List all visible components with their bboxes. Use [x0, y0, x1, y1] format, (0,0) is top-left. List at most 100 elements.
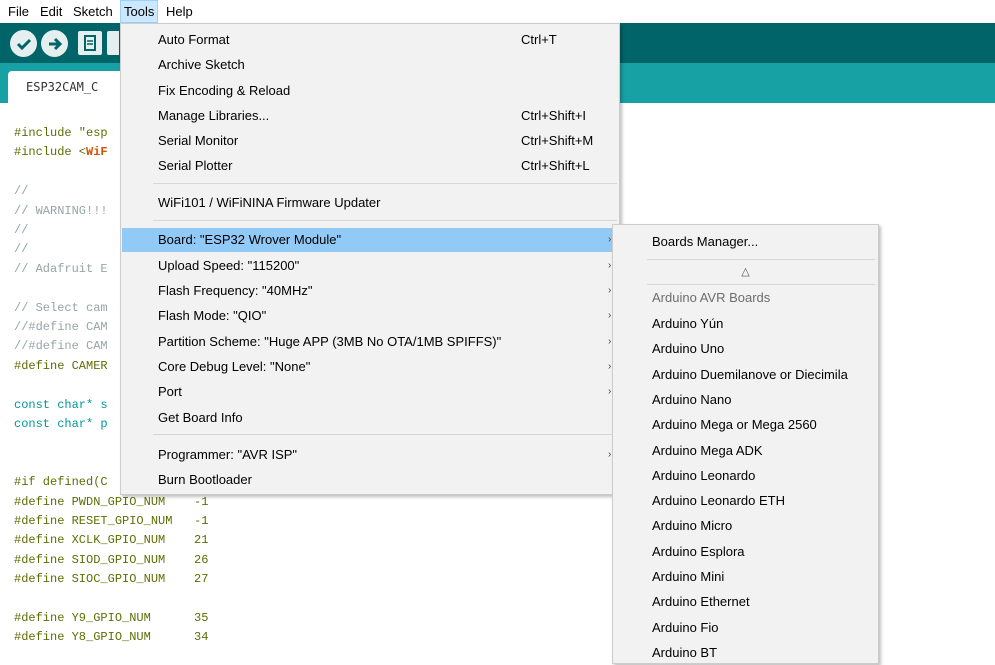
boards-manager-item[interactable]: Boards Manager... — [614, 229, 877, 254]
board-item-label: Arduino Leonardo — [652, 467, 756, 483]
menu-item-label: Manage Libraries... — [158, 108, 270, 123]
new-sketch-button[interactable] — [78, 31, 102, 55]
menu-item-shortcut: Ctrl+Shift+M — [521, 133, 594, 148]
menu-item-serial-monitor[interactable]: Serial Monitor Ctrl+Shift+M — [122, 129, 618, 153]
menu-item-flash-frequency[interactable]: Flash Frequency: "40MHz" › — [122, 279, 618, 303]
code-line: const char* s — [14, 396, 108, 414]
code-text: // — [14, 223, 29, 237]
menu-item-manage-libraries[interactable]: Manage Libraries... Ctrl+Shift+I — [122, 104, 618, 128]
board-item-label: Arduino Duemilanove or Diecimila — [652, 366, 848, 382]
code-text: #define CAMER — [14, 358, 108, 373]
check-icon — [16, 38, 31, 50]
open-sketch-button[interactable] — [107, 31, 119, 55]
upload-button[interactable] — [41, 30, 68, 57]
tab-sketch[interactable]: ESP32CAM_C — [8, 71, 138, 103]
arrow-right-icon — [48, 37, 62, 50]
menu-item-board-info[interactable]: Get Board Info — [122, 406, 618, 430]
board-item[interactable]: Arduino Fio — [614, 615, 877, 640]
menu-item-flash-mode[interactable]: Flash Mode: "QIO" › — [122, 304, 618, 328]
board-item[interactable]: Arduino Leonardo ETH — [614, 488, 877, 513]
document-icon — [84, 35, 96, 51]
board-item-label: Arduino Mini — [652, 569, 725, 584]
menu-item-label: Serial Monitor — [158, 133, 239, 148]
menu-item-label: Get Board Info — [158, 410, 243, 425]
code-line: #define SIOC_GPIO_NUM 27 — [14, 570, 208, 588]
menu-item-upload-speed[interactable]: Upload Speed: "115200" › — [122, 254, 618, 278]
code-text: #define XCLK_GPIO_NUM 21 — [14, 533, 209, 548]
board-item[interactable]: Arduino Leonardo — [614, 463, 877, 488]
menu-item-label: Partition Scheme: "Huge APP (3MB No OTA/… — [158, 334, 502, 349]
board-item-label: Arduino Ethernet — [652, 594, 750, 610]
code-text: // Adafruit E — [14, 261, 108, 276]
board-item-label: Arduino Uno — [652, 341, 725, 357]
code-line: // Adafruit E — [14, 260, 108, 278]
menu-help[interactable]: Help — [163, 0, 196, 23]
menu-item-fix-encoding[interactable]: Fix Encoding & Reload — [122, 79, 618, 103]
tools-menu: Auto Format Ctrl+T Archive Sketch Fix En… — [120, 23, 620, 495]
menu-item-core-debug[interactable]: Core Debug Level: "None" › — [122, 355, 618, 379]
code-line: // — [14, 182, 28, 200]
chevron-right-icon: › — [608, 310, 612, 321]
menu-item-programmer[interactable]: Programmer: "AVR ISP" › — [122, 443, 618, 467]
submenu-group-header: Arduino AVR Boards — [614, 285, 877, 310]
code-line: // — [14, 240, 28, 258]
menu-item-label: Flash Mode: "QIO" — [158, 308, 267, 323]
menu-sketch[interactable]: Sketch — [70, 0, 116, 23]
chevron-right-icon: › — [608, 260, 612, 271]
board-item[interactable]: Arduino BT — [614, 640, 877, 665]
board-item[interactable]: Arduino Nano — [614, 387, 877, 412]
menu-item-serial-plotter[interactable]: Serial Plotter Ctrl+Shift+L — [122, 154, 618, 178]
chevron-right-icon: › — [608, 386, 612, 397]
board-item-label: Arduino Mega ADK — [652, 442, 763, 458]
menu-tools[interactable]: Tools — [120, 0, 159, 23]
code-line: // Select cam — [14, 299, 108, 317]
code-text: #define SIOD_GPIO_NUM 26 — [14, 552, 209, 567]
code-line: #define CAMER — [14, 357, 108, 375]
menu-item-port[interactable]: Port › — [122, 380, 618, 404]
menu-item-burn-bootloader[interactable]: Burn Bootloader — [122, 468, 618, 492]
code-text: //#define CAM — [14, 320, 108, 334]
code-text: #define Y9_GPIO_NUM 35 — [14, 611, 209, 625]
menu-item-archive-sketch[interactable]: Archive Sketch — [122, 53, 618, 77]
code-library-name: WiF — [86, 145, 108, 160]
code-text: // — [14, 184, 29, 199]
code-line: //#define CAM — [14, 337, 108, 355]
board-item[interactable]: Arduino Duemilanove or Diecimila — [614, 362, 877, 387]
submenu-group-label: Arduino AVR Boards — [652, 290, 771, 305]
board-item[interactable]: Arduino Ethernet — [614, 589, 877, 614]
chevron-right-icon: › — [608, 336, 612, 347]
menu-edit[interactable]: Edit — [37, 0, 65, 23]
code-line: #include "esp — [14, 124, 108, 142]
menu-item-label: Board: "ESP32 Wrover Module" — [158, 232, 342, 247]
code-line: #define XCLK_GPIO_NUM 21 — [14, 531, 208, 549]
code-text: const char* s — [14, 397, 108, 412]
menu-item-auto-format[interactable]: Auto Format Ctrl+T — [122, 28, 618, 52]
code-text: // WARNING!!! — [14, 203, 108, 218]
menu-item-board[interactable]: Board: "ESP32 Wrover Module" › — [122, 228, 618, 252]
code-line: #define Y9_GPIO_NUM 35 — [14, 609, 208, 627]
board-item[interactable]: Arduino Micro — [614, 513, 877, 538]
chevron-right-icon: › — [608, 361, 612, 372]
menu-item-label: Core Debug Level: "None" — [158, 359, 311, 374]
scroll-up-arrow-icon[interactable]: △ — [614, 262, 877, 282]
board-item[interactable]: Arduino Esplora — [614, 539, 877, 564]
menu-file[interactable]: File — [5, 0, 32, 23]
board-item[interactable]: Arduino Mini — [614, 564, 877, 589]
menu-item-shortcut: Ctrl+Shift+L — [521, 158, 590, 173]
menu-item-label: WiFi101 / WiFiNINA Firmware Updater — [158, 195, 381, 210]
code-text: const char* p — [14, 417, 108, 431]
verify-button[interactable] — [10, 30, 37, 57]
chevron-right-icon: › — [608, 449, 612, 460]
code-line: #if defined(C — [14, 473, 108, 491]
menu-item-wifi-updater[interactable]: WiFi101 / WiFiNINA Firmware Updater — [122, 191, 618, 215]
board-item[interactable]: Arduino Mega or Mega 2560 — [614, 412, 877, 437]
code-line: //#define CAM — [14, 318, 108, 336]
menu-item-label: Port — [158, 384, 182, 399]
board-item[interactable]: Arduino Uno — [614, 336, 877, 361]
menu-item-partition-scheme[interactable]: Partition Scheme: "Huge APP (3MB No OTA/… — [122, 330, 618, 354]
code-text: // Select cam — [14, 300, 108, 315]
menu-separator — [153, 434, 617, 435]
board-item[interactable]: Arduino Yún — [614, 311, 877, 336]
menu-item-label: Flash Frequency: "40MHz" — [158, 283, 313, 298]
board-item[interactable]: Arduino Mega ADK — [614, 438, 877, 463]
